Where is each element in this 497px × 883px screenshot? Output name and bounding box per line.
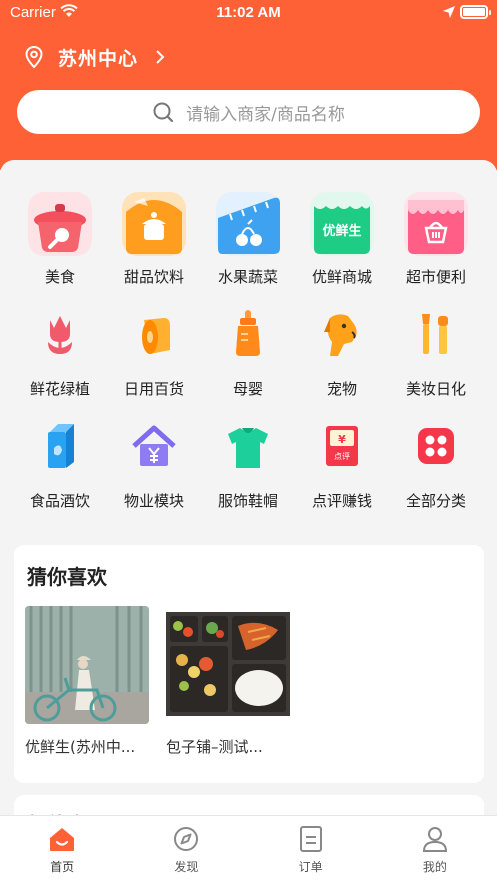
category-food-drinks[interactable]: 食品酒饮 — [13, 414, 107, 511]
all-categories-icon — [418, 428, 454, 464]
category-label: 服饰鞋帽 — [217, 492, 278, 510]
category-label: 宠物 — [326, 380, 357, 398]
recommend-item[interactable]: 优鲜生(苏州中... — [25, 606, 149, 757]
paper-roll-icon — [142, 318, 170, 354]
order-list-icon — [299, 826, 322, 852]
category-review-earn[interactable]: ¥ 点评 点评赚钱 — [295, 414, 389, 511]
battery-icon — [460, 5, 491, 19]
property-house-icon — [132, 425, 176, 466]
location-name: 苏州中心 — [58, 47, 139, 70]
category-label: 母婴 — [232, 380, 263, 398]
tab-label: 订单 — [298, 860, 323, 874]
dog-icon — [324, 314, 357, 356]
tab-home[interactable]: 首页 — [0, 816, 124, 883]
location-selector[interactable]: 苏州中心 — [24, 44, 166, 70]
category-label: 鲜花绿植 — [29, 380, 90, 398]
tab-profile[interactable]: 我的 — [373, 816, 497, 883]
category-fruit[interactable]: 水果蔬菜 — [201, 190, 295, 287]
home-icon — [50, 828, 75, 851]
milk-carton-icon — [48, 424, 74, 468]
category-flowers[interactable]: 鲜花绿植 — [13, 302, 107, 399]
category-food[interactable]: 美食 — [13, 190, 107, 287]
category-label: 物业模块 — [123, 492, 184, 510]
user-profile-icon — [422, 827, 447, 852]
fruit-icon — [216, 192, 280, 256]
baby-bottle-icon — [236, 310, 260, 356]
tshirt-icon — [228, 428, 268, 468]
category-property[interactable]: 物业模块 — [107, 414, 201, 511]
food-pot-icon — [28, 192, 92, 256]
category-dessert[interactable]: 甜品饮料 — [107, 190, 201, 287]
flower-icon — [48, 316, 72, 354]
bento-lunch-box-photo — [166, 606, 290, 724]
search-icon — [153, 102, 174, 123]
svg-text:优鲜生: 优鲜生 — [322, 223, 361, 239]
category-label: 超市便利 — [405, 268, 466, 286]
location-arrow-icon — [443, 6, 455, 18]
map-pin-icon — [25, 45, 43, 69]
category-label: 优鲜商城 — [311, 268, 372, 286]
tab-label: 首页 — [50, 860, 75, 874]
category-label: 甜品饮料 — [123, 268, 184, 286]
compass-icon — [174, 827, 199, 851]
category-all[interactable]: 全部分类 — [389, 414, 483, 511]
search-input[interactable]: 请输入商家/商品名称 — [17, 90, 480, 134]
review-envelope-icon: ¥ 点评 — [326, 426, 358, 466]
recommend-section: 猜你喜欢 优鲜生(苏州中... 包子铺–测试... — [14, 545, 484, 783]
makeup-icon — [422, 314, 448, 354]
tab-orders[interactable]: 订单 — [249, 816, 373, 883]
category-label: 水果蔬菜 — [217, 268, 278, 286]
category-apparel[interactable]: 服饰鞋帽 — [201, 414, 295, 511]
woman-with-bicycle-photo — [25, 606, 149, 724]
recommend-item[interactable]: 包子铺–测试... — [166, 606, 290, 757]
category-supermarket[interactable]: 超市便利 — [389, 190, 483, 287]
category-youxian-store[interactable]: 优鲜生 优鲜商城 — [295, 190, 389, 287]
tab-bar: 首页 发现 订单 我的 — [0, 815, 497, 883]
supermarket-icon — [404, 192, 468, 256]
clock-label: 11:02 AM — [216, 4, 281, 21]
tab-discover[interactable]: 发现 — [124, 816, 248, 883]
status-bar: Carrier 11:02 AM — [0, 0, 497, 26]
tab-label: 我的 — [422, 860, 447, 874]
recommend-item-name: 包子铺–测试... — [166, 738, 263, 756]
category-label: 日用百货 — [123, 380, 184, 398]
youxian-store-icon: 优鲜生 — [310, 192, 374, 256]
category-label: 美食 — [44, 268, 75, 286]
svg-text:¥: ¥ — [338, 433, 346, 446]
category-daily-goods[interactable]: 日用百货 — [107, 302, 201, 399]
category-label: 食品酒饮 — [29, 492, 90, 510]
category-label: 全部分类 — [405, 492, 466, 510]
category-makeup[interactable]: 美妆日化 — [389, 302, 483, 399]
chevron-right-icon — [156, 50, 165, 64]
dessert-icon — [122, 192, 186, 256]
category-mother-baby[interactable]: 母婴 — [201, 302, 295, 399]
search-placeholder: 请输入商家/商品名称 — [186, 104, 345, 125]
tab-label: 发现 — [174, 860, 199, 874]
svg-text:点评: 点评 — [334, 452, 350, 461]
category-label: 美妆日化 — [405, 380, 466, 398]
category-label: 点评赚钱 — [311, 492, 372, 510]
recommend-item-name: 优鲜生(苏州中... — [25, 738, 136, 756]
section-title: 猜你喜欢 — [27, 565, 107, 589]
category-pets[interactable]: 宠物 — [295, 302, 389, 399]
